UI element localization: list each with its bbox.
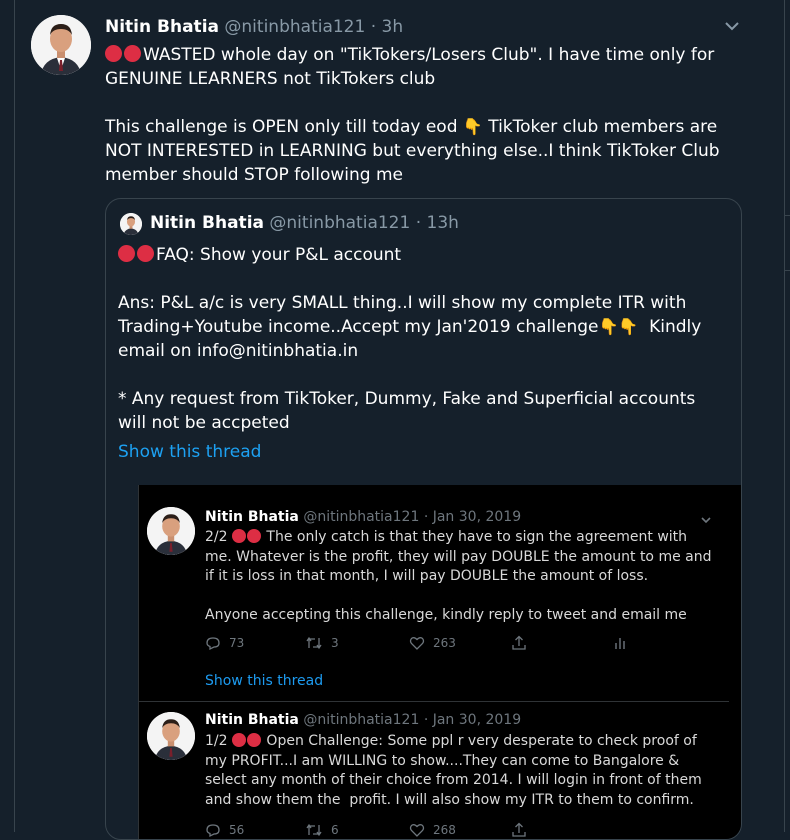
embedded-tweet: Nitin Bhatia @nitinbhatia121 · Jan 30, 2… (139, 702, 729, 839)
red-circle-icon (246, 529, 261, 543)
embedded-show-thread-link: Show this thread (205, 673, 324, 689)
retweet-count: 3 (331, 636, 339, 650)
like-action: 263 (409, 635, 456, 651)
quoted-author-avatar (120, 213, 142, 235)
quoted-tweet-time: · 13h (415, 213, 459, 233)
like-action: 268 (409, 822, 456, 838)
embedded-tweet-body: 1/2 Open Challenge: Some ppl r very desp… (205, 732, 715, 810)
reply-action: 56 (205, 822, 244, 838)
reply-count: 56 (229, 823, 245, 837)
red-circle-icon (124, 45, 141, 62)
retweet-action: 6 (305, 822, 339, 838)
red-circle-icon (137, 245, 154, 262)
retweet-action: 3 (305, 635, 339, 651)
embedded-author-avatar (147, 507, 195, 555)
tweet-actions: 73 3 263 (205, 635, 725, 655)
share-icon (511, 822, 527, 838)
sidebar-divider (784, 215, 790, 216)
red-circle-icon (118, 245, 135, 262)
embedded-author-handle: @nitinbhatia121 (303, 712, 420, 728)
tweet-line-2a: This challenge is OPEN only till today e… (105, 117, 463, 137)
chevron-down-icon[interactable] (722, 18, 742, 34)
embedded-tweet-header: Nitin Bhatia @nitinbhatia121 · Jan 30, 2… (205, 509, 521, 525)
share-icon (511, 635, 527, 651)
like-count: 263 (433, 636, 456, 650)
red-circle-icon (231, 733, 246, 747)
embedded-text-1: Open Challenge: Some ppl r very desperat… (205, 733, 707, 808)
red-circle-icon (105, 45, 122, 62)
embedded-tweet-header: Nitin Bhatia @nitinbhatia121 · Jan 30, 2… (205, 712, 521, 728)
sidebar-divider (784, 270, 790, 271)
tweet-header: Nitin Bhatia @nitinbhatia121 · 3h (105, 17, 403, 37)
thread-number: 1/2 (205, 733, 232, 749)
author-avatar[interactable] (31, 15, 91, 75)
red-circle-icon (231, 529, 246, 543)
reply-count: 73 (229, 636, 245, 650)
timeline-border-left (14, 0, 15, 832)
tweet-line-1: WASTED whole day on "TikTokers/Losers Cl… (105, 45, 720, 89)
tweet-body: WASTED whole day on "TikTokers/Losers Cl… (105, 43, 745, 187)
quoted-note: * Any request from TikToker, Dummy, Fake… (118, 389, 701, 433)
pointing-down-hand-icon: 👇 (618, 317, 639, 336)
retweet-count: 6 (331, 823, 339, 837)
author-handle[interactable]: @nitinbhatia121 (224, 17, 365, 37)
show-thread-link[interactable]: Show this thread (118, 442, 261, 462)
reply-action: 73 (205, 635, 244, 651)
pointing-down-hand-icon: 👇 (462, 117, 483, 136)
quoted-author-name: Nitin Bhatia (150, 213, 264, 233)
embedded-author-handle: @nitinbhatia121 (303, 509, 420, 525)
embedded-text-2: Anyone accepting this challenge, kindly … (205, 607, 687, 623)
author-name[interactable]: Nitin Bhatia (105, 17, 219, 37)
like-count: 268 (433, 823, 456, 837)
tweet-time[interactable]: · 3h (371, 17, 403, 37)
embedded-author-name: Nitin Bhatia (205, 509, 299, 525)
tweet-actions: 56 6 268 (205, 822, 725, 839)
quoted-tweet-card[interactable]: Nitin Bhatia @nitinbhatia121 · 13h FAQ: … (105, 198, 742, 840)
embedded-screenshot: Nitin Bhatia @nitinbhatia121 · Jan 30, 2… (138, 485, 741, 839)
quoted-author-handle: @nitinbhatia121 (269, 213, 411, 233)
quoted-faq: FAQ: Show your P&L account (156, 245, 402, 265)
embedded-tweet-time: · Jan 30, 2019 (423, 509, 522, 525)
embedded-tweet-time: · Jan 30, 2019 (423, 712, 522, 728)
embedded-text-1: The only catch is that they have to sign… (205, 529, 716, 584)
red-circle-icon (246, 733, 261, 747)
embedded-author-name: Nitin Bhatia (205, 712, 299, 728)
chevron-down-icon (699, 511, 713, 524)
quoted-tweet-body: FAQ: Show your P&L account Ans: P&L a/c … (118, 243, 728, 435)
embedded-author-avatar (147, 712, 195, 760)
embedded-tweet-body: 2/2 The only catch is that they have to … (205, 528, 715, 626)
timeline-border-right (784, 0, 785, 832)
analytics-icon (613, 635, 627, 651)
embedded-tweet: Nitin Bhatia @nitinbhatia121 · Jan 30, 2… (139, 485, 729, 702)
pointing-down-hand-icon: 👇 (598, 317, 619, 336)
quoted-tweet-header: Nitin Bhatia @nitinbhatia121 · 13h (150, 213, 459, 233)
thread-number: 2/2 (205, 529, 232, 545)
